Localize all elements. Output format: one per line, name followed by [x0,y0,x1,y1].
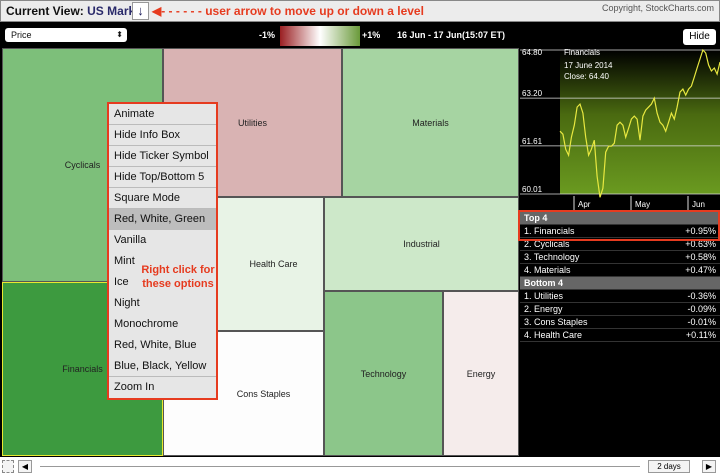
table-row[interactable]: 4. Materials +0.47% [520,264,720,277]
bottom4-header: Bottom 4 [520,277,720,290]
tile-industrial[interactable]: Industrial [324,197,519,291]
current-view-label: Current View: [6,4,84,18]
y-tick-label: 61.61 [522,137,543,146]
tile-technology[interactable]: Technology [324,291,443,456]
bottom-bar: ◀ 2 days ▶ [0,457,720,476]
tile-materials[interactable]: Materials [342,48,519,197]
table-row[interactable]: 3. Technology +0.58% [520,251,720,264]
y-tick-label: 64.80 [522,48,543,57]
row-name: 1. Utilities [524,291,564,301]
tile-label: Financials [62,364,103,374]
measure-select-value: Price [11,30,32,40]
row-name: 3. Technology [524,252,580,262]
table-row[interactable]: 3. Cons Staples -0.01% [520,316,720,329]
menu-item[interactable]: Red, White, Blue [109,335,216,356]
annotation-text: user arrow to move up or down a level [205,4,424,18]
scroll-left-button[interactable]: ◀ [18,460,32,473]
tile-label: Energy [466,368,496,379]
highlight-annotation-box [518,210,720,241]
row-value: +0.11% [685,330,716,340]
financials-price-chart: 64.80 63.20 61.61 60.01 Financials 17 June … [520,48,720,210]
menu-item[interactable]: Hide Top/Bottom 5 [109,167,216,188]
row-value: -0.09% [687,304,716,314]
period-button[interactable]: 2 days [648,460,690,473]
menu-item[interactable]: Animate [109,104,216,125]
menu-item[interactable]: Night [109,293,216,314]
row-name: 4. Health Care [524,330,583,340]
menu-item[interactable]: Monochrome [109,314,216,335]
tile-label: Health Care [249,259,298,269]
menu-item[interactable]: Square Mode [109,188,216,209]
arrow-annotation: ◀- - - - - - user arrow to move up or do… [152,4,424,18]
chart-title: Financials [564,48,600,57]
y-tick-label: 63.20 [522,89,543,98]
row-value: +0.47% [685,265,716,275]
menu-item[interactable]: Red, White, Green [109,209,216,230]
table-row[interactable]: 2. Energy -0.09% [520,303,720,316]
fullscreen-icon[interactable] [2,460,14,473]
row-name: 4. Materials [524,265,571,275]
chart-date: 17 June 2014 [564,61,613,70]
table-row[interactable]: 4. Health Care +0.11% [520,329,720,342]
tile-label: Utilities [237,117,267,128]
table-title: Bottom 4 [524,278,563,288]
scroll-right-button[interactable]: ▶ [702,460,716,473]
x-tick-label: Apr [578,200,591,209]
time-slider-track[interactable] [40,466,640,467]
tile-label: Technology [360,368,407,379]
menu-item[interactable]: Blue, Black, Yellow [109,356,216,377]
color-legend-gradient [280,26,360,46]
row-name: 3. Cons Staples [524,317,588,327]
row-value: -0.01% [687,317,716,327]
x-tick-label: May [635,200,650,209]
menu-item[interactable]: Hide Info Box [109,125,216,146]
select-chevron-icon: ⬍ [116,30,123,39]
chart-close: Close: 64.40 [564,72,609,81]
tile-label: Materials [412,117,449,128]
date-range: 16 Jun - 17 Jun(15:07 ET) [397,30,506,40]
tile-energy[interactable]: Energy [443,291,519,456]
legend-min: -1% [259,30,276,40]
tile-label: Cyclicals [64,160,101,170]
tile-label: Cons Staples [236,388,291,399]
hide-button[interactable]: Hide [683,29,716,45]
measure-select[interactable]: Price ⬍ [5,28,127,42]
y-tick-label: 60.01 [522,185,543,194]
tile-label: Industrial [403,239,440,249]
table-row[interactable]: 1. Utilities -0.36% [520,290,720,303]
x-tick-label: Jun [692,200,705,209]
context-menu: Animate Hide Info Box Hide Ticker Symbol Hi… [107,102,218,400]
menu-item[interactable]: Vanilla [109,230,216,251]
menu-item[interactable]: Hide Ticker Symbol [109,146,216,167]
copyright: Copyright, StockCharts.com [601,3,714,13]
row-value: -0.36% [687,291,716,301]
level-down-arrow-button[interactable]: ↓ [132,2,149,20]
legend-max: +1% [362,30,381,40]
row-name: 2. Energy [524,304,563,314]
row-value: +0.58% [685,252,716,262]
menu-item[interactable]: Zoom In [109,377,216,398]
right-click-hint: Right click for these options [141,264,215,290]
current-view: Current View: US Market [6,4,146,18]
